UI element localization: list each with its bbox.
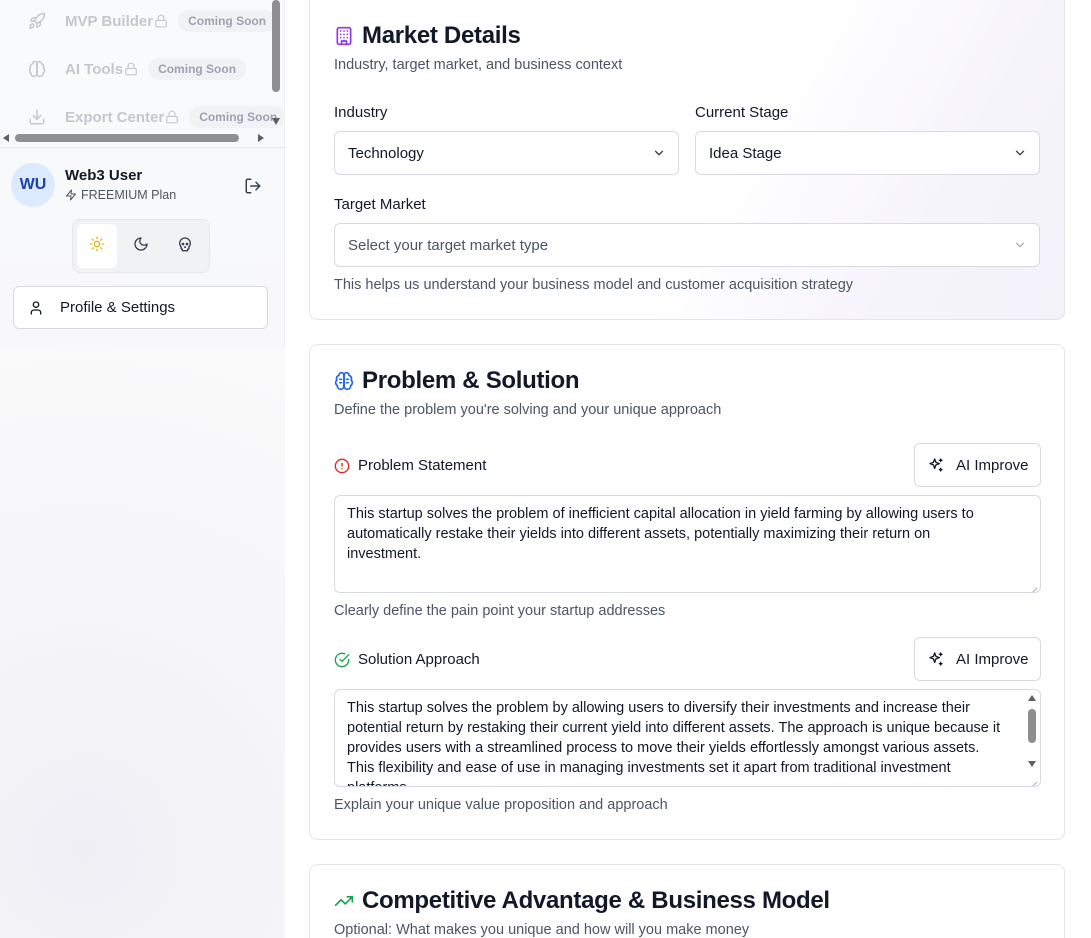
problem-solution-subtitle: Define the problem you're solving and yo… [334,402,722,418]
ai-improve-label: AI Improve [956,456,1029,474]
sidebar-item-label: AI Tools [65,60,124,78]
problem-statement-label-text: Problem Statement [358,457,487,474]
profile-settings-button[interactable]: Profile & Settings [13,286,268,329]
user-plan-label: FREEMIUM Plan [81,188,177,202]
lock-icon [124,62,138,76]
target-market-label: Target Market [334,196,426,213]
problem-statement-text: This startup solves the problem of ineff… [347,506,974,562]
trending-up-icon [334,891,354,911]
competitive-advantage-title-text: Competitive Advantage & Business Model [362,887,830,914]
sidebar: MVP Builder Coming Soon AI Tools Coming … [0,0,285,938]
current-stage-label: Current Stage [695,104,789,121]
sidebar-nav: MVP Builder Coming Soon AI Tools Coming … [0,0,285,147]
sidebar-item-label: MVP Builder [65,12,154,30]
user-name: Web3 User [65,167,143,184]
competitive-advantage-card: Competitive Advantage & Business Model O… [309,864,1065,938]
chevron-down-icon [1013,146,1027,160]
ai-improve-solution-button[interactable]: AI Improve [914,637,1041,681]
check-circle-icon [334,652,350,668]
user-icon [28,300,44,316]
ai-improve-problem-button[interactable]: AI Improve [914,443,1041,487]
brain-icon [334,371,354,391]
sidebar-background [0,347,285,938]
user-plan: FREEMIUM Plan [65,188,176,202]
sidebar-divider [0,147,285,148]
problem-statement-label: Problem Statement [334,457,486,474]
resize-handle-icon[interactable] [1029,581,1038,592]
lightning-icon [65,189,77,201]
theme-skull-button[interactable] [165,224,205,268]
rocket-icon [28,12,46,30]
scroll-right-arrow-icon[interactable] [258,134,264,142]
problem-statement-helper: Clearly define the pain point your start… [334,603,666,619]
sun-icon [89,236,105,257]
sidebar-item-label: Export Center [65,108,165,126]
solution-approach-textarea[interactable]: This startup solves the problem by allow… [334,689,1041,787]
industry-label: Industry [334,104,388,121]
vertical-scrollbar-thumb[interactable] [272,0,280,92]
chevron-down-icon [652,146,666,160]
lock-icon [154,14,168,28]
building-icon [334,26,354,46]
problem-statement-textarea[interactable]: This startup solves the problem of ineff… [334,495,1041,593]
problem-solution-card: Problem & Solution Define the problem yo… [309,344,1065,840]
sidebar-item-mvp-builder[interactable]: MVP Builder Coming Soon [28,9,277,33]
resize-handle-icon[interactable] [1029,775,1038,786]
ai-improve-label: AI Improve [956,650,1029,668]
horizontal-scrollbar-thumb[interactable] [15,134,239,142]
current-stage-select[interactable]: Idea Stage [695,131,1040,175]
moon-icon [133,236,149,257]
coming-soon-badge: Coming Soon [189,106,285,128]
solution-approach-text: This startup solves the problem by allow… [347,700,1001,786]
sidebar-item-export-center[interactable]: Export Center Coming Soon [28,105,285,129]
solution-approach-label: Solution Approach [334,651,480,668]
logout-icon [244,177,262,195]
user-profile-summary: WU Web3 User FREEMIUM Plan [11,163,271,209]
logout-button[interactable] [244,177,262,195]
profile-settings-label: Profile & Settings [60,299,176,316]
sidebar-item-ai-tools[interactable]: AI Tools Coming Soon [28,57,247,81]
brain-icon [28,60,46,78]
avatar: WU [11,163,55,207]
theme-toggle [72,219,210,273]
scroll-down-arrow-icon[interactable] [272,118,280,125]
solution-approach-helper: Explain your unique value proposition an… [334,797,668,813]
scroll-left-arrow-icon[interactable] [3,134,9,142]
current-stage-select-value: Idea Stage [709,144,782,162]
industry-select-value: Technology [348,144,424,162]
download-icon [28,108,46,126]
solution-approach-label-text: Solution Approach [358,651,480,668]
target-market-helper: This helps us understand your business m… [334,277,854,293]
market-details-title-text: Market Details [362,22,521,49]
problem-solution-title-text: Problem & Solution [362,367,580,394]
theme-dark-button[interactable] [121,224,161,268]
theme-light-button[interactable] [77,224,117,268]
target-market-select[interactable]: Select your target market type [334,223,1040,267]
competitive-advantage-subtitle: Optional: What makes you unique and how … [334,922,750,938]
skull-icon [177,236,193,257]
chevron-down-icon [1013,238,1027,252]
sparkles-icon [928,651,944,667]
target-market-placeholder: Select your target market type [348,236,549,254]
alert-circle-icon [334,458,350,474]
coming-soon-badge: Coming Soon [148,58,247,80]
coming-soon-badge: Coming Soon [178,10,277,32]
market-details-subtitle: Industry, target market, and business co… [334,57,623,73]
problem-solution-title: Problem & Solution [334,367,580,395]
sparkles-icon [928,457,944,473]
industry-select[interactable]: Technology [334,131,679,175]
market-details-title: Market Details [334,22,521,50]
lock-icon [165,110,179,124]
textarea-scrollbar[interactable] [1027,693,1037,783]
market-details-card: Market Details Industry, target market, … [309,0,1065,320]
competitive-advantage-title: Competitive Advantage & Business Model [334,887,830,915]
